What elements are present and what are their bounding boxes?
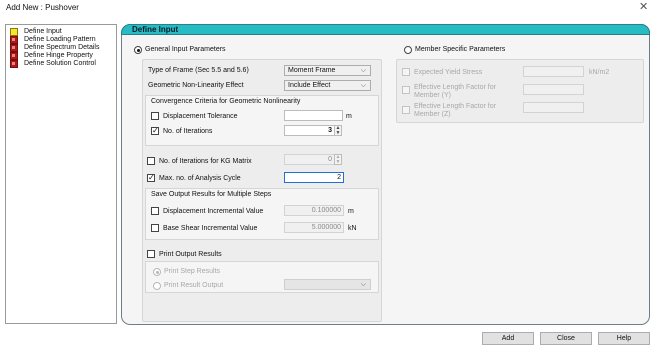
chevron-down-icon: ⌵ (360, 67, 366, 74)
close-icon[interactable]: ✕ (639, 2, 648, 13)
max-cycle-checkbox[interactable] (147, 173, 155, 182)
displacement-tolerance-input[interactable] (284, 110, 343, 121)
kg-iterations-input[interactable]: 0 (284, 154, 335, 165)
iterations-spinner[interactable]: ▲ ▼ (334, 125, 342, 136)
displacement-tolerance-checkbox[interactable] (151, 112, 159, 120)
chevron-down-icon: ⌵ (360, 82, 366, 89)
status-red-icon (10, 36, 18, 44)
displacement-incremental-input[interactable]: 0.100000 (284, 205, 344, 216)
print-result-output-select[interactable]: ⌵ (284, 279, 371, 290)
status-red-icon (10, 44, 18, 52)
yield-stress-input[interactable] (523, 66, 584, 77)
panel-header (121, 24, 650, 35)
base-shear-incremental-input[interactable]: 5.000000 (284, 222, 344, 233)
tree-item-label: Define Spectrum Details (24, 44, 100, 51)
elf-y-checkbox[interactable] (402, 86, 410, 94)
yield-stress-checkbox[interactable] (402, 68, 410, 76)
general-input-radio[interactable] (134, 46, 142, 54)
displacement-incremental-label: Displacement Incremental Value (163, 208, 264, 215)
tree-item-label: Define Hinge Property (24, 52, 93, 59)
tree-item-define-loading-pattern[interactable]: Define Loading Pattern (10, 36, 96, 44)
general-input-label: General Input Parameters (145, 46, 226, 53)
yield-stress-unit: kN/m2 (589, 69, 610, 76)
frame-type-label: Type of Frame (Sec 5.5 and 5.6) (148, 67, 249, 74)
kg-iterations-label: No. of Iterations for KG Matrix (159, 158, 252, 165)
print-step-results-label: Print Step Results (164, 268, 221, 275)
nonlinear-label: Geometric Non-Linearity Effect (148, 82, 244, 89)
chevron-down-icon: ⌵ (360, 281, 366, 288)
tree-item-label: Define Loading Pattern (24, 36, 96, 43)
max-cycle-input[interactable]: 2 (284, 172, 344, 183)
member-specific-label: Member Specific Parameters (415, 46, 506, 53)
save-output-title: Save Output Results for Multiple Steps (151, 191, 272, 198)
print-step-results-radio[interactable] (153, 268, 161, 276)
status-yellow-icon (10, 28, 18, 36)
navigation-tree: Define Input Define Loading Pattern Defi… (5, 24, 117, 324)
frame-type-value: Moment Frame (288, 67, 336, 74)
elf-z-label-2: Member (Z) (414, 111, 451, 118)
max-cycle-label: Max. no. of Analysis Cycle (159, 175, 241, 182)
displacement-incremental-unit: m (348, 208, 354, 215)
tree-item-define-hinge-property[interactable]: Define Hinge Property (10, 52, 93, 60)
panel-title: Define Input (132, 25, 179, 34)
kg-iterations-spinner[interactable]: ▲ ▼ (334, 154, 342, 165)
print-output-checkbox[interactable] (147, 250, 155, 258)
status-red-icon (10, 52, 18, 60)
convergence-title: Convergence Criteria for Geometric Nonli… (151, 98, 301, 105)
print-result-output-radio[interactable] (153, 282, 161, 290)
elf-y-label-1: Effective Length Factor for (414, 84, 496, 91)
yield-stress-label: Expected Yield Stress (414, 69, 483, 76)
frame-type-select[interactable]: Moment Frame ⌵ (284, 65, 371, 76)
iterations-input[interactable]: 3 (284, 125, 335, 136)
elf-y-input[interactable] (523, 84, 584, 95)
displacement-tolerance-unit: m (346, 113, 352, 120)
displacement-incremental-checkbox[interactable] (151, 207, 159, 215)
elf-z-checkbox[interactable] (402, 106, 410, 114)
elf-z-input[interactable] (523, 102, 584, 113)
help-button[interactable]: Help (598, 332, 650, 345)
base-shear-incremental-checkbox[interactable] (151, 224, 159, 232)
window-title: Add New : Pushover (6, 3, 79, 12)
tree-item-define-spectrum-details[interactable]: Define Spectrum Details (10, 44, 99, 52)
tree-item-define-input[interactable]: Define Input (10, 28, 62, 36)
base-shear-incremental-unit: kN (348, 225, 357, 232)
print-output-label: Print Output Results (159, 251, 222, 258)
tree-item-label: Define Solution Control (24, 60, 96, 67)
nonlinear-value: Include Effect (288, 82, 331, 89)
kg-iterations-checkbox[interactable] (147, 157, 155, 165)
status-red-icon (10, 60, 18, 68)
member-specific-radio[interactable] (404, 46, 412, 54)
tree-item-define-solution-control[interactable]: Define Solution Control (10, 60, 96, 68)
close-button[interactable]: Close (540, 332, 592, 345)
print-result-output-label: Print Result Output (164, 282, 224, 289)
tree-item-label: Define Input (24, 28, 62, 35)
elf-y-label-2: Member (Y) (414, 92, 451, 99)
base-shear-incremental-label: Base Shear Incremental Value (163, 225, 258, 232)
displacement-tolerance-label: Displacement Tolerance (163, 113, 238, 120)
nonlinear-select[interactable]: Include Effect ⌵ (284, 80, 371, 91)
iterations-checkbox[interactable] (151, 126, 159, 135)
elf-z-label-1: Effective Length Factor for (414, 103, 496, 110)
add-button[interactable]: Add (482, 332, 534, 345)
iterations-label: No. of Iterations (163, 128, 213, 135)
